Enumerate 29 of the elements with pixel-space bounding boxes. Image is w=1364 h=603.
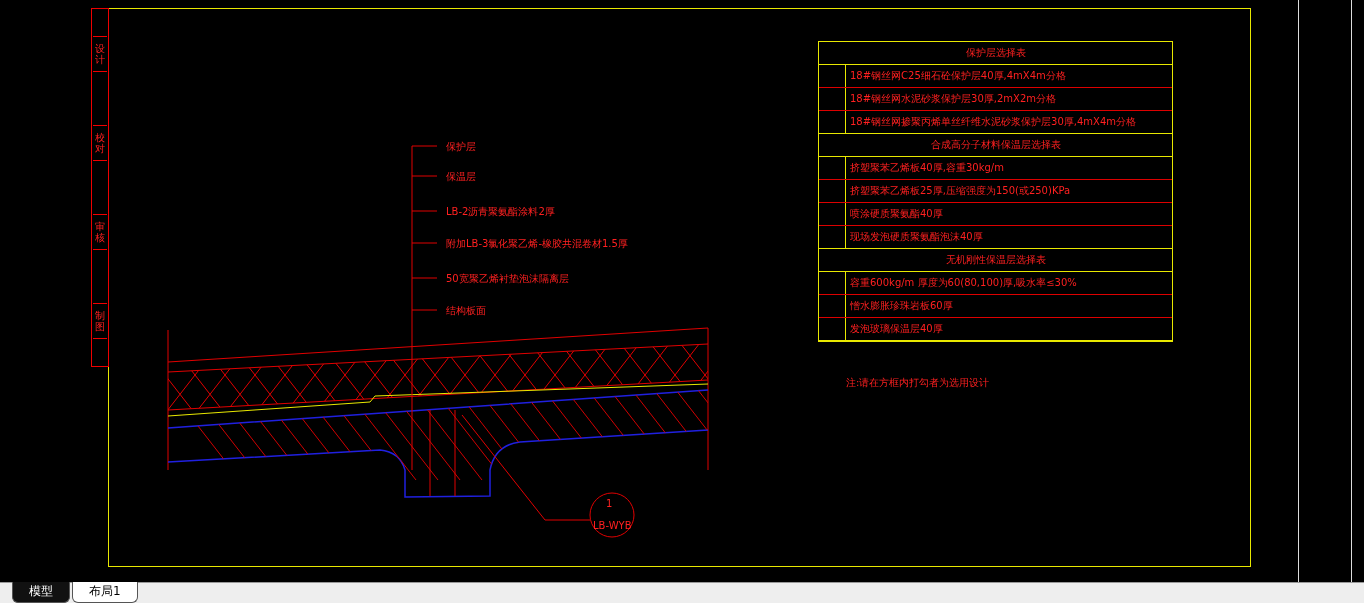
layer-label: 附加LB-3氯化聚乙烯-橡胶共混卷材1.5厚: [446, 237, 628, 251]
title-block-label: 审核: [93, 214, 107, 251]
layer-label: 保护层: [446, 140, 476, 154]
table-section-title: 合成高分子材料保温层选择表: [819, 134, 1172, 157]
detail-sheet-code: LB-WYB: [593, 520, 632, 531]
table-section-title: 无机刚性保温层选择表: [819, 249, 1172, 272]
layout-tab[interactable]: 布局1: [72, 581, 138, 603]
table-cell-text: 发泡玻璃保温层40厚: [849, 322, 944, 336]
layer-label: LB-2沥青聚氨酯涂料2厚: [446, 205, 555, 219]
table-note: 注:请在方框内打勾者为选用设计: [846, 376, 990, 390]
layer-label: 50宽聚乙烯衬垫泡沫隔离层: [446, 272, 569, 286]
layer-label: 结构板面: [446, 304, 486, 318]
table-cell-text: 挤塑聚苯乙烯板25厚,压缩强度为150(或250)KPa: [849, 184, 1072, 198]
table-cell-text: 挤塑聚苯乙烯板40厚,容重30kg/m: [849, 161, 1005, 175]
table-cell-text: 18#钢丝网水泥砂浆保护层30厚,2mX2m分格: [849, 92, 1058, 106]
layer-label: 保温层: [446, 170, 476, 184]
title-block-label: 校对: [93, 124, 107, 161]
detail-number: 1: [606, 498, 613, 509]
title-block-label: 设计: [93, 35, 107, 72]
table-cell-text: 憎水膨胀珍珠岩板60厚: [849, 299, 954, 313]
table-cell-text: 现场发泡硬质聚氨酯泡沫40厚: [849, 230, 984, 244]
table-cell-text: 18#钢丝网掺聚丙烯单丝纤维水泥砂浆保护层30厚,4mX4m分格: [849, 115, 1138, 129]
table-cell-text: 18#钢丝网C25细石砼保护层40厚,4mX4m分格: [849, 69, 1067, 83]
table-cell-text: 喷涂硬质聚氨酯40厚: [849, 207, 944, 221]
detail-marker-circle: [589, 492, 635, 538]
title-block-label: 制图: [93, 303, 107, 340]
table-cell-text: 容重600kg/m 厚度为60(80,100)厚,吸水率≤30%: [849, 276, 1078, 290]
table-section-title: 保护层选择表: [819, 42, 1172, 65]
layout-tab[interactable]: 模型: [12, 581, 70, 603]
